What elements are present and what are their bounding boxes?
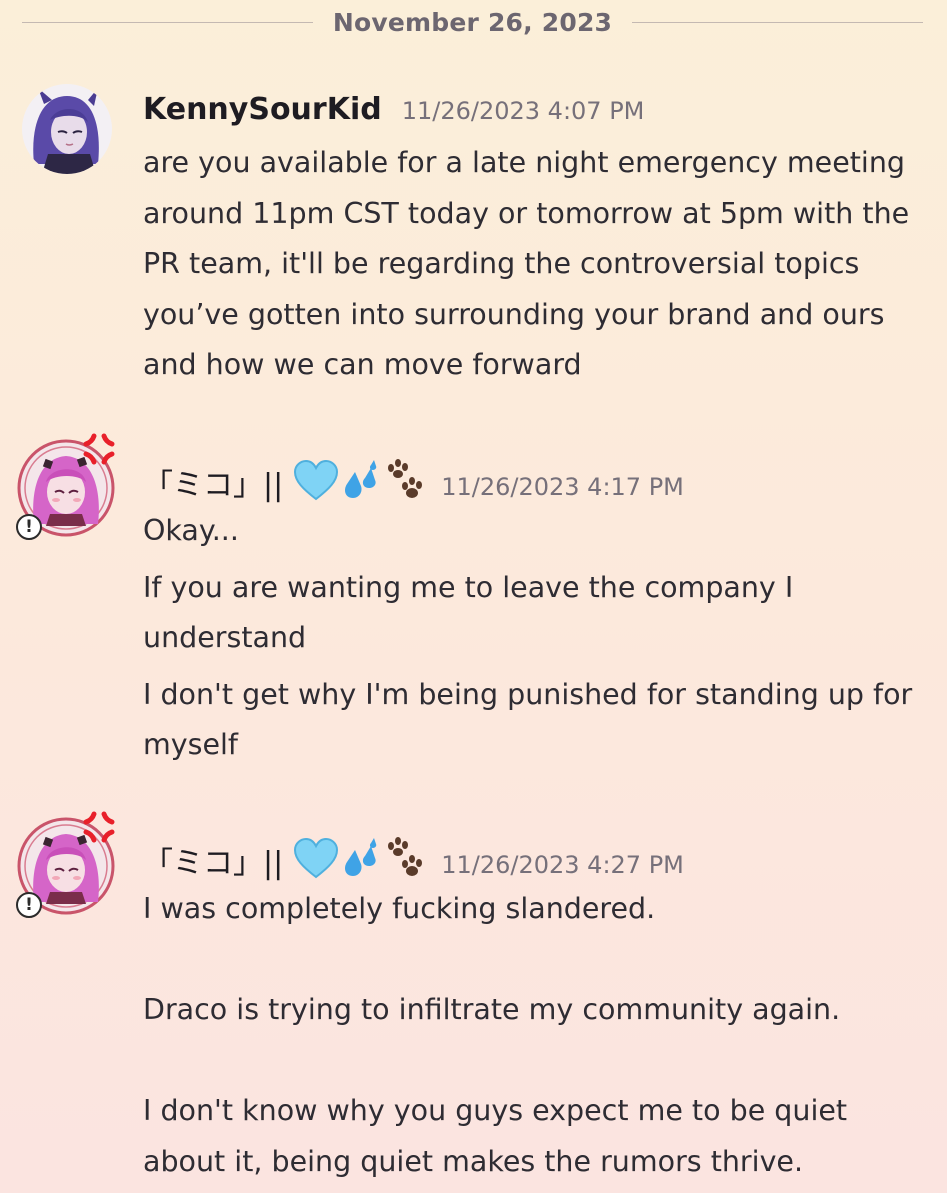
message-line-blank bbox=[143, 1036, 927, 1087]
divider-line-right bbox=[632, 21, 924, 23]
message-header: 「ミコ」|| 11/26/2023 4:17 PM bbox=[143, 452, 684, 504]
message-content: I was completely fucking slandered. Drac… bbox=[143, 884, 927, 1187]
username[interactable]: KennySourKid bbox=[143, 92, 382, 127]
message-line: Okay... bbox=[143, 514, 239, 547]
blue-heart-icon bbox=[294, 837, 339, 879]
blue-heart-icon bbox=[294, 459, 339, 501]
anger-icon bbox=[83, 433, 115, 465]
message-line-blank bbox=[143, 935, 927, 986]
username[interactable]: 「ミコ」|| bbox=[143, 460, 283, 504]
date-divider-label: November 26, 2023 bbox=[332, 7, 613, 37]
message-header: KennySourKid 11/26/2023 4:07 PM bbox=[143, 92, 644, 127]
date-divider: November 26, 2023 bbox=[22, 4, 924, 40]
message-line: Draco is trying to infiltrate my communi… bbox=[143, 993, 841, 1026]
divider-line-left bbox=[22, 21, 313, 23]
message-header: 「ミコ」|| 11/26/2023 4:27 PM bbox=[143, 830, 684, 882]
anger-icon bbox=[83, 811, 115, 843]
message-line: I was completely fucking slandered. bbox=[143, 892, 656, 925]
message-line: are you available for a late night emerg… bbox=[143, 146, 910, 381]
sweat-droplets-icon bbox=[345, 838, 377, 876]
paw-prints-icon bbox=[388, 459, 423, 498]
sweat-droplets-icon bbox=[345, 460, 377, 498]
paw-prints-icon bbox=[388, 837, 423, 876]
message-content: Okay... If you are wanting me to leave t… bbox=[143, 506, 927, 771]
warning-icon: ! bbox=[16, 892, 42, 918]
timestamp: 11/26/2023 4:07 PM bbox=[401, 97, 645, 125]
timestamp: 11/26/2023 4:17 PM bbox=[441, 473, 684, 501]
username[interactable]: 「ミコ」|| bbox=[143, 838, 283, 882]
timestamp: 11/26/2023 4:27 PM bbox=[441, 851, 684, 879]
message-line: I don't know why you guys expect me to b… bbox=[143, 1094, 848, 1178]
avatar[interactable] bbox=[22, 84, 112, 174]
username-emojis bbox=[293, 458, 425, 502]
message-line: If you are wanting me to leave the compa… bbox=[143, 570, 794, 655]
username-emojis bbox=[293, 836, 425, 880]
warning-icon: ! bbox=[16, 514, 42, 540]
message-line: I don't get why I'm being punished for s… bbox=[143, 677, 913, 762]
message-content: are you available for a late night emerg… bbox=[143, 138, 927, 391]
